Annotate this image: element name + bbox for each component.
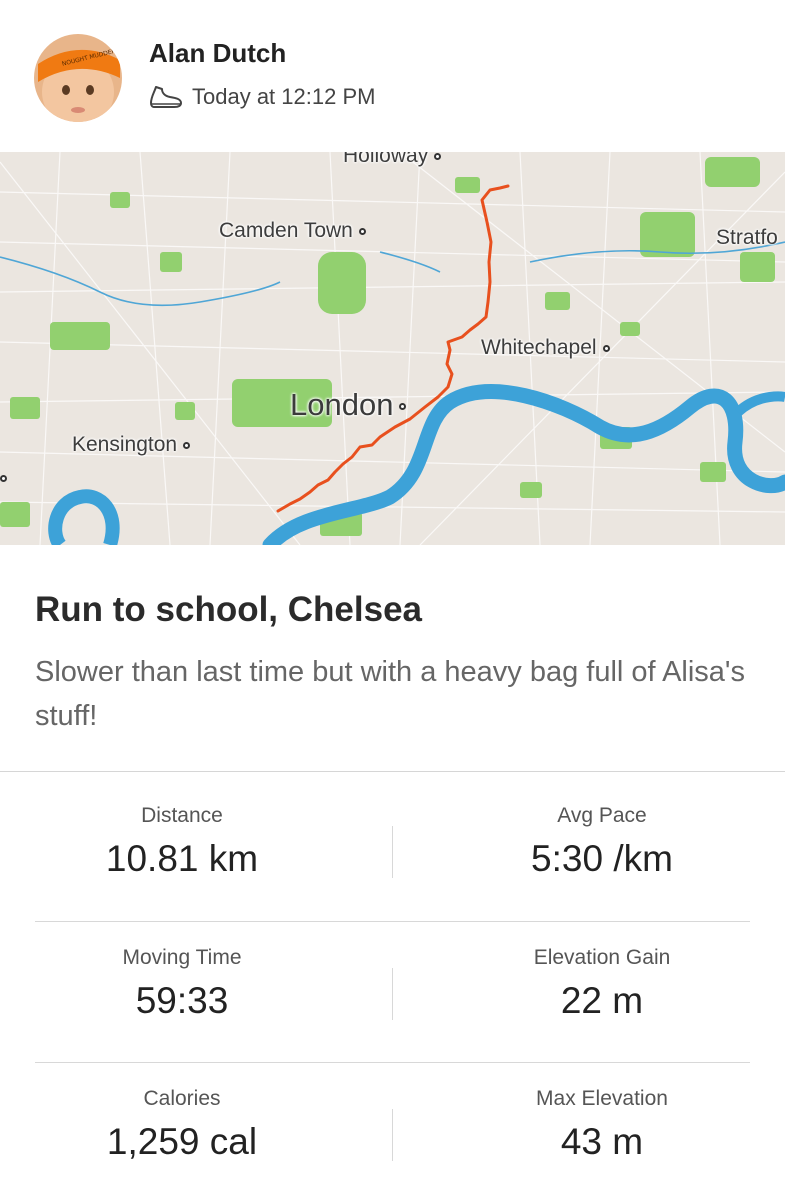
map-label-camden-town-text: Camden Town [219, 219, 353, 242]
activity-header: NOUGHT MUDDER Alan Dutch Today at 12:12 … [0, 0, 785, 152]
map-label-offscreen-place [0, 466, 7, 490]
section-divider [0, 771, 785, 772]
stat-distance-label: Distance [141, 804, 223, 827]
stat-distance: Distance 10.81 km [12, 804, 352, 880]
stat-avg-pace-value: 5:30 /km [531, 838, 673, 879]
author-name[interactable]: Alan Dutch [149, 38, 286, 69]
map-label-stratford: Stratfo [716, 226, 778, 250]
column-divider [392, 1109, 393, 1161]
stat-avg-pace-label: Avg Pace [557, 804, 647, 827]
stat-distance-value: 10.81 km [105, 838, 259, 879]
stat-max-elevation-label: Max Elevation [536, 1087, 668, 1110]
map-label-stratford-text: Stratfo [716, 226, 778, 249]
map-label-holloway: Holloway [343, 152, 442, 168]
place-dot-icon [602, 344, 610, 352]
stat-max-elevation-value: 43 m [560, 1121, 644, 1162]
stat-moving-time-value: 59:33 [135, 980, 229, 1021]
stat-calories-label: Calories [143, 1087, 221, 1110]
map-label-camden-town: Camden Town [219, 219, 366, 243]
stat-avg-pace: Avg Pace 5:30 /km [432, 804, 772, 880]
place-dot-icon [358, 227, 366, 235]
map-label-kensington: Kensington [72, 433, 191, 457]
place-dot-icon [434, 152, 442, 160]
map-label-london-text: London [290, 387, 394, 422]
stat-calories-value: 1,259 cal [106, 1121, 258, 1162]
stat-elevation-gain-value: 22 m [560, 980, 644, 1021]
stat-max-elevation: Max Elevation 43 m [432, 1087, 772, 1163]
map-label-london: London [290, 387, 407, 423]
running-shoe-icon [148, 83, 184, 111]
avatar[interactable]: NOUGHT MUDDER [34, 34, 122, 122]
stat-elevation-gain: Elevation Gain 22 m [432, 946, 772, 1022]
route-map[interactable]: Holloway Camden Town Stratfo Whitechapel… [0, 152, 785, 545]
stat-moving-time-label: Moving Time [122, 946, 242, 969]
map-label-whitechapel: Whitechapel [481, 336, 610, 360]
stat-calories: Calories 1,259 cal [12, 1087, 352, 1163]
place-dot-icon [0, 474, 7, 482]
row-divider [35, 921, 750, 922]
place-dot-icon [399, 403, 407, 411]
map-label-holloway-text: Holloway [343, 152, 429, 167]
activity-title[interactable]: Run to school, Chelsea [35, 590, 422, 630]
map-label-kensington-text: Kensington [72, 433, 178, 456]
column-divider [392, 826, 393, 878]
avatar-image: NOUGHT MUDDER [34, 34, 122, 122]
stat-elevation-gain-label: Elevation Gain [533, 946, 671, 969]
activity-description: Slower than last time but with a heavy b… [35, 656, 745, 732]
activity-timestamp: Today at 12:12 PM [192, 84, 376, 109]
map-background [0, 152, 785, 545]
activity-meta: Today at 12:12 PM [148, 83, 375, 111]
row-divider [35, 1062, 750, 1063]
column-divider [392, 968, 393, 1020]
map-label-whitechapel-text: Whitechapel [481, 336, 597, 359]
stat-moving-time: Moving Time 59:33 [12, 946, 352, 1022]
place-dot-icon [183, 441, 191, 449]
